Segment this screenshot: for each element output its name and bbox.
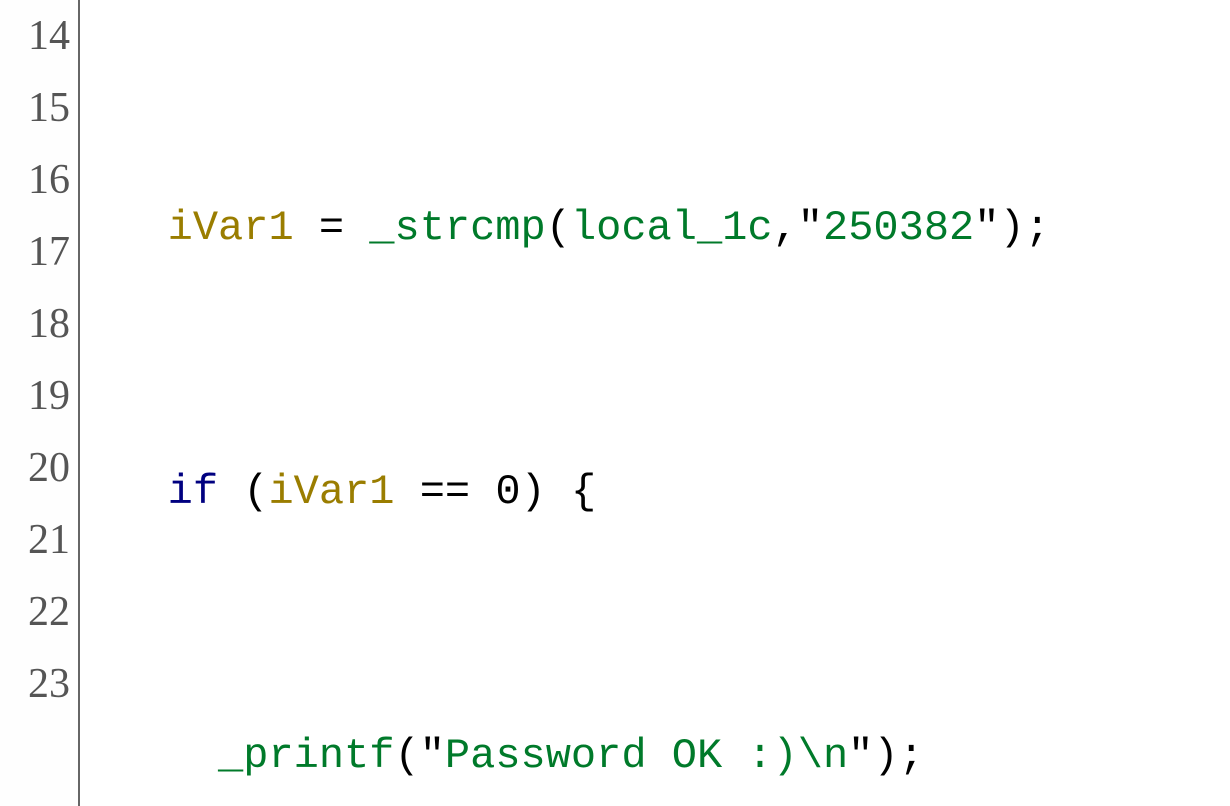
- paren: ): [873, 732, 898, 780]
- code-line[interactable]: iVar1 = _strcmp(local_1c,"250382");: [92, 192, 1230, 264]
- identifier: iVar1: [268, 468, 394, 516]
- string-literal: Password OK :)\n: [445, 732, 848, 780]
- indent: [92, 204, 168, 252]
- keyword-if: if: [168, 468, 218, 516]
- paren: (: [394, 732, 419, 780]
- identifier: local_1c: [571, 204, 773, 252]
- line-number: 19: [0, 360, 70, 432]
- line-number: 21: [0, 504, 70, 576]
- paren: (: [546, 204, 571, 252]
- code-area[interactable]: iVar1 = _strcmp(local_1c,"250382"); if (…: [80, 0, 1230, 806]
- identifier: iVar1: [168, 204, 294, 252]
- function-name: _printf: [218, 732, 394, 780]
- comma: ,: [773, 204, 798, 252]
- line-number: 23: [0, 648, 70, 720]
- line-number: 22: [0, 576, 70, 648]
- quote: ": [798, 204, 823, 252]
- semicolon: ;: [1025, 204, 1050, 252]
- line-number: 20: [0, 432, 70, 504]
- paren: ): [999, 204, 1024, 252]
- line-number: 17: [0, 216, 70, 288]
- code-editor: 14 15 16 17 18 19 20 21 22 23 iVar1 = _s…: [0, 0, 1230, 806]
- semicolon: ;: [899, 732, 924, 780]
- code-line[interactable]: _printf("Password OK :)\n");: [92, 720, 1230, 792]
- line-number-gutter: 14 15 16 17 18 19 20 21 22 23: [0, 0, 80, 806]
- operator: ==: [395, 468, 496, 516]
- quote: ": [420, 732, 445, 780]
- code-line[interactable]: if (iVar1 == 0) {: [92, 456, 1230, 528]
- line-number: 18: [0, 288, 70, 360]
- string-literal: 250382: [823, 204, 974, 252]
- line-number: 14: [0, 0, 70, 72]
- indent: [92, 732, 218, 780]
- quote: ": [974, 204, 999, 252]
- brace: {: [546, 468, 596, 516]
- quote: ": [848, 732, 873, 780]
- number: 0: [495, 468, 520, 516]
- paren: ): [521, 468, 546, 516]
- line-number: 15: [0, 72, 70, 144]
- function-name: _strcmp: [369, 204, 545, 252]
- operator: =: [294, 204, 370, 252]
- indent: [92, 468, 168, 516]
- paren: (: [218, 468, 268, 516]
- line-number: 16: [0, 144, 70, 216]
